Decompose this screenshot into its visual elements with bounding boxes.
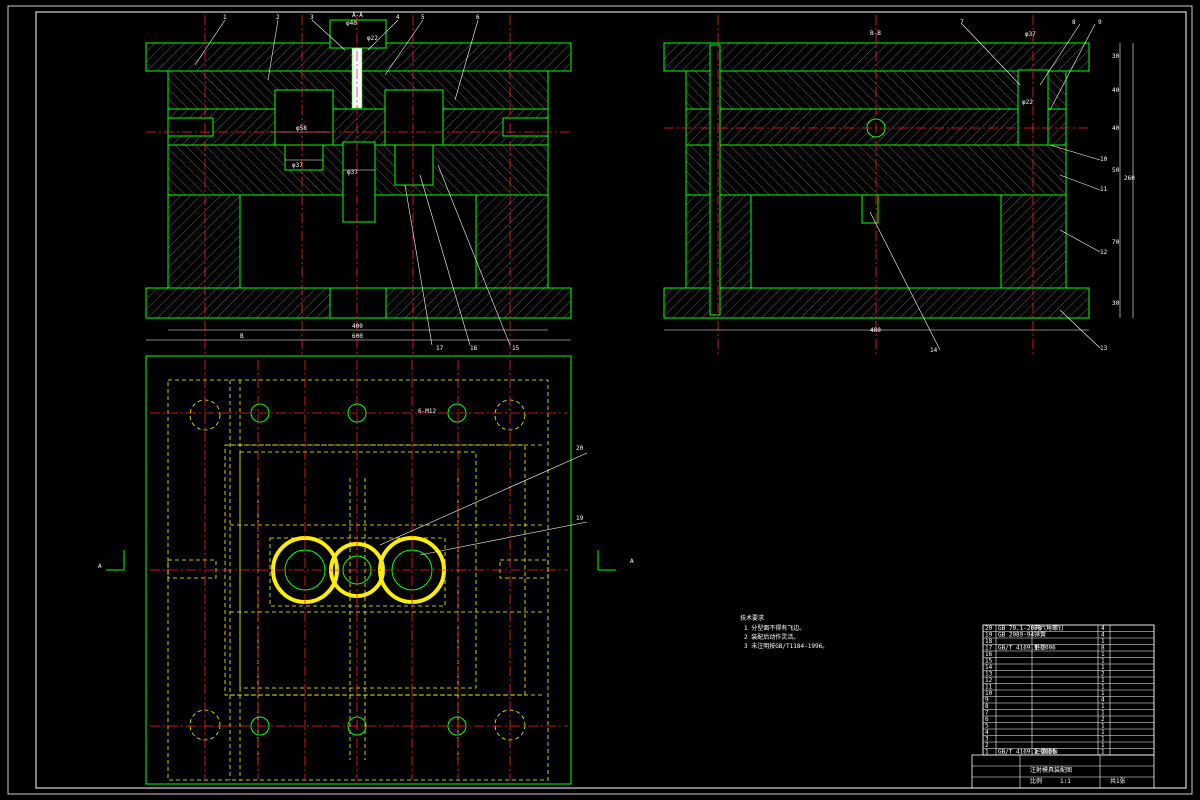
- part-no-2: 2: [276, 14, 280, 21]
- dim-stack-1: 30: [1112, 53, 1120, 60]
- part-no-13: 13: [1100, 345, 1108, 352]
- part-no-1: 1: [223, 14, 227, 21]
- plan-mark-left: A: [98, 563, 102, 570]
- dim-stack-2: 40: [1112, 87, 1120, 94]
- part-no-10: 10: [1100, 156, 1108, 163]
- bom-cell-no: 1: [985, 749, 989, 756]
- tech-req-item-3: 3 未注明按GB/T1184-1996。: [744, 642, 828, 650]
- sheet-label: 共1张: [1110, 777, 1126, 785]
- bom-cell-name: 推杆: [1034, 644, 1046, 652]
- part-no-20: 20: [576, 445, 584, 452]
- part-no-9: 9: [1098, 19, 1102, 26]
- part-no-11: 11: [1100, 186, 1108, 193]
- tech-req-title: 技术要求: [740, 614, 764, 622]
- dim-dia-top-right: φ37: [1025, 31, 1036, 38]
- bom-cell-name: 弹簧: [1034, 631, 1046, 639]
- dim-dia-a: φ40: [346, 20, 357, 27]
- dim-stack-6: 30: [1112, 300, 1120, 307]
- part-no-3: 3: [310, 14, 314, 21]
- part-no-17: 17: [436, 345, 444, 352]
- dim-dia-side-right: φ22: [1022, 99, 1033, 106]
- bill-of-materials: 20 GB 70.1-2000内六角螺钉 419 GB 2089-94 弹簧 418 117…: [982, 624, 1155, 756]
- section-label-right: B-B: [870, 30, 881, 37]
- scale-value: 1:1: [1060, 778, 1071, 785]
- section-view-left: [145, 19, 572, 341]
- part-no-5: 5: [421, 14, 425, 21]
- dim-stack-5: 70: [1112, 239, 1120, 246]
- part-no-7: 7: [960, 19, 964, 26]
- dim-width-outer-left: 600: [352, 333, 363, 340]
- dim-width-inner-left: 400: [352, 323, 363, 330]
- bom-cell-spec: GB 2089-94: [998, 632, 1035, 639]
- tech-req-item-2: 2 装配后动作灵活。: [744, 633, 799, 641]
- dim-stack-4: 50: [1112, 167, 1120, 174]
- dim-stack-3: 40: [1112, 125, 1120, 132]
- dim-dia-b: φ58: [296, 125, 307, 132]
- plan-mark-right: A: [630, 558, 634, 565]
- bom-cell-name: 定模座板: [1034, 748, 1058, 756]
- cad-drawing-canvas: A-A B-B A A B 1 2 3 4 5 6 7 8 9 10 11 12…: [7, 5, 1193, 795]
- part-no-6: 6: [476, 14, 480, 21]
- part-no-4: 4: [396, 14, 400, 21]
- part-no-16: 16: [470, 345, 478, 352]
- dim-dia-c: φ37: [292, 162, 303, 169]
- bom-cell-spec: GB/T 4169.1-2006: [998, 645, 1056, 652]
- dim-dia-d: φ37: [347, 169, 358, 176]
- bom-cell-qty: 1: [1101, 749, 1105, 756]
- dim-dia-e: φ22: [367, 35, 378, 42]
- dim-total-right: 260: [1124, 175, 1135, 182]
- part-no-14: 14: [930, 347, 938, 354]
- title-block: 注射模具装配图 比例 1:1 共1张: [971, 754, 1155, 789]
- dim-width-inner-right: 480: [870, 327, 881, 334]
- part-no-8: 8: [1072, 19, 1076, 26]
- tech-req-item-1: 1 分型面不得有飞边。: [744, 624, 805, 632]
- section-label-left: A-A: [352, 12, 363, 19]
- part-no-19: 19: [576, 515, 584, 522]
- plan-note-dim: 6-M12: [418, 408, 436, 415]
- part-no-15: 15: [512, 345, 520, 352]
- part-no-12: 12: [1100, 249, 1108, 256]
- scale-label: 比例: [1030, 777, 1042, 785]
- cut-mark: B: [240, 333, 244, 340]
- drawing-title: 注射模具装配图: [1030, 766, 1072, 774]
